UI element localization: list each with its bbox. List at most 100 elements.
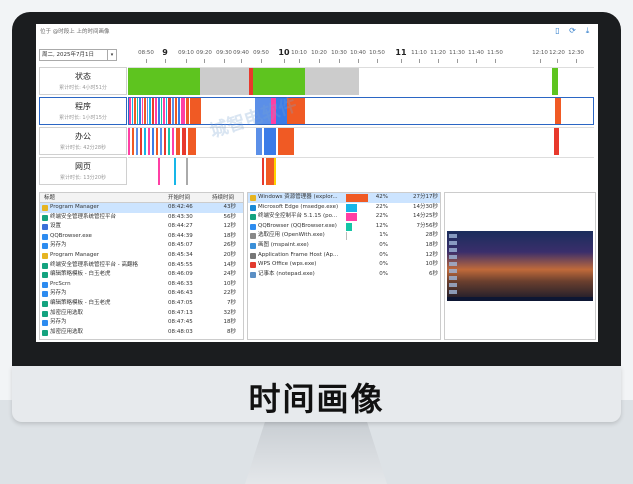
program-row[interactable]: 终端安全控制平台 5.1.15 (po... 22% 14分25秒	[248, 212, 440, 222]
timeline-segment[interactable]	[164, 68, 200, 95]
event-row[interactable]: 加密应用选取 08:48:03 8秒	[40, 328, 243, 338]
program-row[interactable]: Windows 资源管理器 (explor... 42% 27分17秒	[248, 193, 440, 203]
timeline-segment[interactable]	[176, 128, 180, 155]
col-title[interactable]: 标题	[44, 193, 55, 203]
timeline-segment[interactable]	[554, 128, 559, 155]
book-icon[interactable]: ▯	[553, 26, 562, 35]
timeline-segment[interactable]	[274, 158, 276, 185]
event-row[interactable]: 设置 08:44:27 12秒	[40, 222, 243, 232]
timeline-segment[interactable]	[168, 128, 170, 155]
timeline-segment[interactable]	[305, 68, 359, 95]
timeline-segment[interactable]	[129, 98, 131, 124]
program-row[interactable]: 画图 (mspaint.exe) 0% 18秒	[248, 241, 440, 251]
timeline-segment[interactable]	[256, 128, 262, 155]
timeline-segment[interactable]	[134, 98, 136, 124]
timeline-segment[interactable]	[555, 98, 561, 124]
event-row[interactable]: 加密应用选取 08:47:13 32秒	[40, 309, 243, 319]
timeline-track[interactable]	[128, 157, 594, 185]
timeline-segment[interactable]	[132, 128, 134, 155]
timeline-segment[interactable]	[128, 68, 164, 95]
timeline-segment[interactable]	[158, 158, 160, 185]
timeline-segment[interactable]	[139, 98, 141, 124]
event-row[interactable]: 编辑策略模板 - 白玉老虎 08:46:09 24秒	[40, 270, 243, 280]
event-row[interactable]: Program Manager 08:42:46 43秒	[40, 203, 243, 213]
axis-tick-label: 12:30	[568, 50, 584, 56]
event-row[interactable]: 另存为 08:47:45 18秒	[40, 318, 243, 328]
event-row[interactable]: 终端安全管理系统管控平台 - 高翻格 08:45:55 14秒	[40, 261, 243, 271]
timeline-track[interactable]	[128, 67, 594, 95]
timeline-segment[interactable]	[140, 128, 142, 155]
row-label[interactable]: 办公 累计时长: 42分28秒	[39, 127, 127, 155]
axis-tick	[299, 59, 300, 63]
timeline-segment[interactable]	[152, 98, 154, 124]
program-row[interactable]: 选取应用 (OpenWith.exe) 1% 28秒	[248, 231, 440, 241]
timeline-segment[interactable]	[552, 68, 558, 95]
event-row[interactable]: Program Manager 08:45:34 20秒	[40, 251, 243, 261]
timeline-segment[interactable]	[174, 158, 176, 185]
timeline-segment[interactable]	[136, 128, 138, 155]
event-row[interactable]: 另存为 08:45:07 26秒	[40, 241, 243, 251]
timeline-segment[interactable]	[262, 158, 264, 185]
timeline-segment[interactable]	[175, 98, 177, 124]
timeline-segment[interactable]	[155, 98, 157, 124]
timeline-segment[interactable]	[186, 158, 188, 185]
timeline-segment[interactable]	[164, 128, 166, 155]
event-row[interactable]: 终端安全管理系统管控平台 08:43:30 56秒	[40, 213, 243, 223]
timeline-segment[interactable]	[132, 98, 133, 124]
program-row[interactable]: QQBrowser (QQBrowser.exe) 12% 7分56秒	[248, 222, 440, 232]
col-start[interactable]: 开始时间	[168, 193, 190, 203]
event-duration: 26秒	[223, 242, 237, 249]
date-select-value: 周二, 2025年7月1日	[42, 52, 94, 58]
timeline-segment[interactable]	[178, 98, 180, 124]
timeline-segment[interactable]	[137, 98, 138, 124]
timeline-segment[interactable]	[144, 98, 146, 124]
timeline-segment[interactable]	[200, 68, 249, 95]
timeline-segment[interactable]	[188, 128, 196, 155]
timeline-segment[interactable]	[149, 98, 151, 124]
timeline-segment[interactable]	[168, 98, 171, 124]
event-row[interactable]: 另存为 08:46:43 22秒	[40, 289, 243, 299]
timeline-track[interactable]	[128, 97, 594, 125]
program-row[interactable]: WPS Office (wps.exe) 0% 10秒	[248, 260, 440, 270]
timeline-segment[interactable]	[152, 128, 154, 155]
timeline-segment[interactable]	[142, 98, 143, 124]
timeline-segment[interactable]	[253, 68, 305, 95]
program-row[interactable]: Microsoft Edge (msedge.exe) 22% 14分30秒	[248, 203, 440, 213]
app-icon	[42, 272, 48, 279]
chevron-down-icon[interactable]: ▾	[107, 50, 116, 60]
row-label[interactable]: 网页 累计时长: 13分20秒	[39, 157, 127, 185]
program-percent: 0%	[379, 241, 388, 248]
timeline-segment[interactable]	[158, 98, 160, 124]
timeline-segment[interactable]	[147, 98, 148, 124]
timeline-segment[interactable]	[172, 128, 174, 155]
col-duration[interactable]: 持续时间	[212, 193, 234, 203]
timeline-segment[interactable]	[181, 98, 185, 124]
event-row[interactable]: PrcScrn 08:46:33 10秒	[40, 280, 243, 290]
screenshot-thumbnail[interactable]	[447, 231, 593, 301]
timeline-segment[interactable]	[156, 128, 158, 155]
refresh-icon[interactable]: ⟳	[568, 26, 577, 35]
timeline-segment[interactable]	[266, 158, 274, 185]
timeline-segment[interactable]	[182, 128, 186, 155]
timeline-segment[interactable]	[190, 98, 201, 124]
timeline-segment[interactable]	[163, 98, 165, 124]
program-row[interactable]: Application Frame Host (Ap... 0% 12秒	[248, 251, 440, 261]
timeline-segment[interactable]	[166, 98, 167, 124]
timeline-segment[interactable]	[160, 128, 162, 155]
date-select[interactable]: 周二, 2025年7月1日 ▾	[39, 49, 117, 61]
timeline-track[interactable]	[128, 127, 594, 155]
row-label[interactable]: 程序 累计时长: 1小时15分	[39, 97, 127, 125]
program-row[interactable]: 记事本 (notepad.exe) 0% 6秒	[248, 270, 440, 280]
download-icon[interactable]: ⤓	[583, 26, 592, 35]
timeline-segment[interactable]	[161, 98, 162, 124]
event-row[interactable]: QQBrowser.exe 08:44:39 18秒	[40, 232, 243, 242]
timeline-segment[interactable]	[186, 98, 189, 124]
timeline-segment[interactable]	[148, 128, 150, 155]
timeline-segment[interactable]	[128, 128, 130, 155]
timeline-segment[interactable]	[144, 128, 146, 155]
timeline-segment[interactable]	[172, 98, 174, 124]
event-row[interactable]: 编辑策略模板 - 白玉老虎 08:47:05 7秒	[40, 299, 243, 309]
timeline-segment[interactable]	[264, 128, 276, 155]
timeline-segment[interactable]	[278, 128, 294, 155]
row-label[interactable]: 状态 累计时长: 4小时51分	[39, 67, 127, 95]
